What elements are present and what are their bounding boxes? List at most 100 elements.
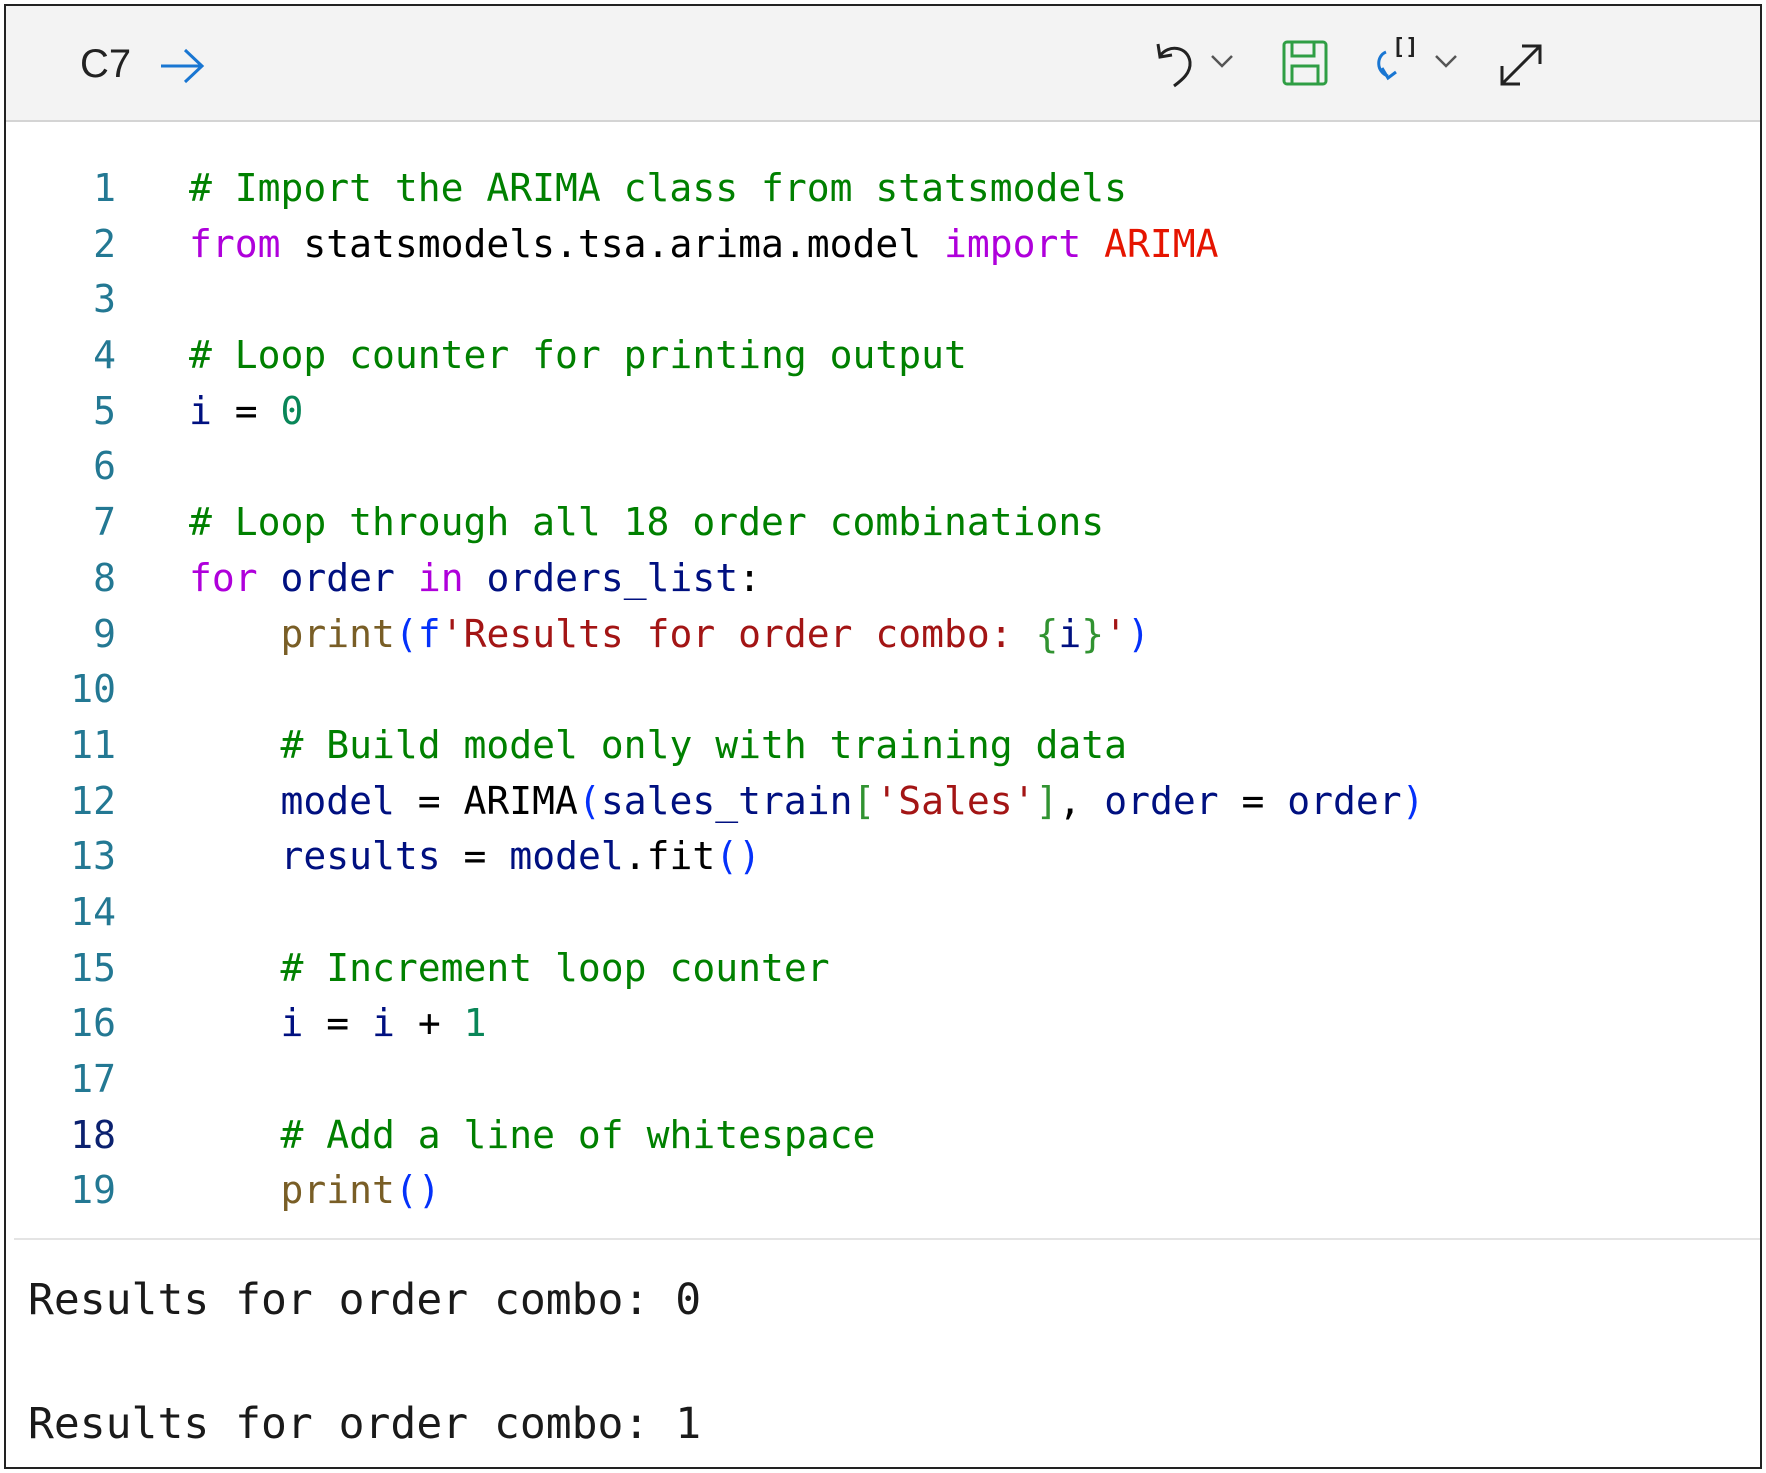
chevron-down-icon[interactable] — [1434, 54, 1458, 68]
svg-text:[]: [] — [1392, 35, 1419, 60]
code-line[interactable]: 12 model = ARIMA(sales_train['Sales'], o… — [6, 774, 1760, 830]
chevron-down-icon[interactable] — [1210, 54, 1234, 68]
code-token: order — [280, 555, 395, 600]
line-number: 13 — [70, 834, 116, 879]
code-line[interactable]: 7 # Loop through all 18 order combination… — [6, 495, 1760, 551]
line-number: 14 — [70, 889, 116, 934]
line-number: 9 — [93, 611, 116, 656]
code-token: # Loop through all 18 order combinations — [189, 500, 1105, 545]
code-line[interactable]: 16 i = i + 1 — [6, 996, 1760, 1052]
code-line[interactable]: 11 # Build model only with training data — [6, 718, 1760, 774]
line-source: model = ARIMA(sales_train['Sales'], orde… — [189, 774, 1425, 830]
code-token: i — [189, 388, 212, 433]
arrow-right-icon[interactable] — [158, 46, 206, 86]
code-token: : — [738, 555, 762, 600]
line-number: 11 — [70, 722, 116, 767]
code-token: = ARIMA — [394, 778, 578, 823]
output-line: Results for order combo: 1 — [28, 1399, 702, 1449]
code-line[interactable]: 19 print() — [6, 1163, 1760, 1219]
code-line[interactable]: 10 — [6, 662, 1760, 718]
line-source: # Loop counter for printing output — [189, 328, 967, 384]
code-token: # Import the ARIMA class from statsmodel… — [189, 166, 1127, 210]
code-token: # Loop counter for printing output — [189, 333, 967, 378]
code-line[interactable]: 9 print(f'Results for order combo: {i}') — [6, 607, 1760, 663]
line-number: 12 — [70, 778, 116, 823]
code-token: model — [509, 834, 624, 879]
code-line[interactable]: 13 results = model.fit() — [6, 829, 1760, 885]
code-token: = — [211, 388, 281, 433]
code-token: # Build model only with training data — [280, 722, 1127, 767]
code-token: # Add a line of whitespace — [280, 1112, 876, 1157]
code-token: # Increment loop counter — [280, 945, 830, 990]
line-source: i = 0 — [189, 384, 303, 440]
line-number: 17 — [70, 1057, 116, 1101]
code-token: + — [394, 1001, 464, 1046]
code-token: { — [1035, 611, 1059, 656]
code-token: print — [280, 1168, 395, 1213]
code-token: model — [280, 778, 395, 823]
code-line[interactable]: 18 # Add a line of whitespace — [6, 1108, 1760, 1164]
code-token: ( — [577, 778, 601, 823]
code-token: ) — [1127, 611, 1150, 656]
line-number: 4 — [93, 333, 116, 378]
code-token: ) — [1401, 778, 1425, 823]
line-source: for order in orders_list: — [189, 551, 761, 607]
undo-icon[interactable] — [1154, 40, 1200, 88]
save-icon[interactable] — [1282, 40, 1328, 86]
line-number: 8 — [93, 555, 116, 600]
code-token: 'Sales' — [875, 778, 1036, 823]
code-token: from — [189, 221, 281, 266]
code-line[interactable]: 1 # Import the ARIMA class from statsmode… — [6, 161, 1760, 217]
code-token: import — [943, 221, 1082, 266]
line-number: 2 — [93, 221, 116, 266]
code-line[interactable]: 15 # Increment loop counter — [6, 941, 1760, 997]
code-token: ' — [1104, 611, 1128, 656]
line-number: 15 — [70, 945, 116, 990]
code-line[interactable]: 6 — [6, 439, 1760, 495]
code-token: print — [280, 611, 395, 656]
code-line[interactable]: 2 from statsmodels.tsa.arima.model import… — [6, 217, 1760, 273]
line-source: from statsmodels.tsa.arima.model import … — [189, 217, 1219, 273]
code-token: i — [1058, 611, 1082, 656]
code-token: statsmodels.tsa.arima.model — [280, 221, 944, 266]
line-source: # Increment loop counter — [189, 941, 830, 997]
line-source: results = model.fit() — [189, 829, 761, 885]
refresh-icon[interactable]: [] — [1370, 34, 1430, 86]
code-token: .fit — [623, 834, 716, 879]
line-source: # Loop through all 18 order combinations — [189, 495, 1104, 551]
code-token: ( — [394, 611, 418, 656]
expand-icon[interactable] — [1496, 40, 1546, 90]
code-line[interactable]: 8 for order in orders_list: — [6, 551, 1760, 607]
code-token: i — [372, 1001, 395, 1046]
cell-reference: C7 — [80, 42, 132, 86]
line-number: 10 — [70, 667, 116, 712]
code-token: () — [394, 1168, 441, 1213]
code-token: [ — [852, 778, 876, 823]
code-line[interactable]: 5 i = 0 — [6, 384, 1760, 440]
code-token: , — [1058, 778, 1105, 823]
code-token: orders_list — [486, 555, 739, 600]
code-line[interactable]: 17 — [6, 1052, 1760, 1108]
code-line[interactable]: 3 — [6, 272, 1760, 328]
line-source: # Import the ARIMA class from statsmodel… — [189, 161, 1127, 217]
line-source: print() — [189, 1163, 441, 1219]
code-token: results — [280, 834, 441, 879]
code-line[interactable]: 14 — [6, 885, 1760, 941]
cell-output: Results for order combo: 0 Results for or… — [28, 1260, 702, 1467]
output-divider — [14, 1238, 1760, 1240]
code-editor[interactable]: 1 # Import the ARIMA class from statsmode… — [6, 161, 1760, 1219]
line-source: i = i + 1 — [189, 996, 487, 1052]
code-line[interactable]: 4 # Loop counter for printing output — [6, 328, 1760, 384]
line-number: 18 — [70, 1112, 116, 1157]
